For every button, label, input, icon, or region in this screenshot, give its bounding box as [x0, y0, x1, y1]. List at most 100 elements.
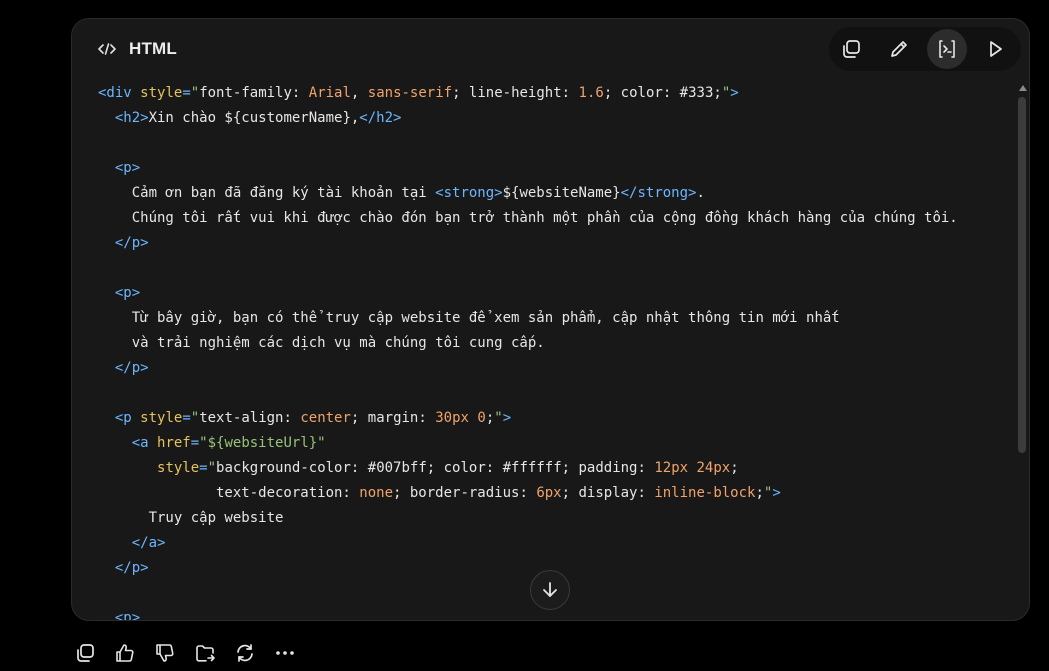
regenerate-button[interactable]	[232, 640, 258, 666]
copy-message-button[interactable]	[72, 640, 98, 666]
code-token: ${websiteName}	[502, 185, 621, 201]
code-token: "	[190, 410, 200, 426]
code-line: Cảm ơn bạn đã đăng ký tài khoản tại <str…	[98, 181, 958, 206]
code-line: </p>	[98, 556, 958, 581]
code-line: </a>	[98, 531, 958, 556]
code-token: style	[157, 460, 200, 476]
save-to-folder-button[interactable]	[192, 640, 218, 666]
code-token: background-color: #007bff; color: #fffff…	[216, 460, 655, 476]
code-token: "	[190, 85, 200, 101]
pencil-icon	[891, 41, 907, 57]
copy-code-button[interactable]	[831, 29, 871, 69]
code-token: Arial	[308, 85, 351, 101]
scroll-to-bottom-button[interactable]	[530, 570, 570, 610]
preview-button[interactable]	[975, 29, 1015, 69]
code-token: "	[721, 85, 731, 101]
code-token: sans-serif	[367, 85, 453, 101]
code-token: style	[140, 410, 183, 426]
copy-icon	[77, 644, 94, 662]
code-token: 1.6	[578, 85, 604, 101]
code-token: font-family:	[199, 85, 309, 101]
code-token: "	[207, 460, 217, 476]
thumbs-down-icon	[156, 644, 174, 662]
code-line: <a href="${websiteUrl}"	[98, 431, 958, 456]
code-token: ; line-height:	[452, 85, 579, 101]
code-token: ;	[485, 410, 495, 426]
code-language-label: HTML	[129, 39, 178, 58]
code-token: inline-block	[654, 485, 756, 501]
code-toolbar	[829, 27, 1021, 71]
more-icon	[276, 651, 294, 655]
code-token: ; color: #333;	[603, 85, 722, 101]
code-line: <p>	[98, 606, 958, 620]
code-token: </p>	[114, 360, 149, 376]
code-token: .	[696, 185, 705, 201]
more-options-button[interactable]	[272, 640, 298, 666]
code-token: </strong>	[620, 185, 697, 201]
code-token: ; margin:	[350, 410, 436, 426]
thumbs-up-button[interactable]	[112, 640, 138, 666]
code-token: >	[730, 85, 739, 101]
edit-code-button[interactable]	[879, 29, 919, 69]
code-line: <p style="text-align: center; margin: 30…	[98, 406, 958, 431]
code-line: <p>	[98, 281, 958, 306]
code-token: 6px	[536, 485, 562, 501]
code-token: <h2>	[114, 110, 149, 126]
code-block-header: HTML	[72, 19, 1029, 81]
code-content: <div style="font-family: Arial, sans-ser…	[98, 81, 958, 620]
code-line: <p>	[98, 156, 958, 181]
code-token: 0	[477, 410, 486, 426]
code-token: và trải nghiệm các dịch vụ mà chúng tôi …	[98, 335, 545, 351]
code-line: text-decoration: none; border-radius: 6p…	[98, 481, 958, 506]
code-token: <p	[114, 410, 141, 426]
code-token: =	[190, 435, 200, 451]
code-token: >	[772, 485, 781, 501]
code-token: <div	[98, 85, 141, 101]
code-token: =	[182, 85, 191, 101]
code-token: ;	[755, 485, 764, 501]
code-token: href	[157, 435, 191, 451]
code-line: Từ bây giờ, bạn có thể truy cập website …	[98, 306, 958, 331]
code-token: text-align:	[199, 410, 301, 426]
share-folder-icon	[196, 645, 215, 662]
code-token: <p>	[114, 285, 141, 301]
regenerate-icon	[237, 644, 253, 662]
scroll-thumb[interactable]	[1018, 97, 1026, 453]
code-line: và trải nghiệm các dịch vụ mà chúng tôi …	[98, 331, 958, 356]
code-token: ; display:	[561, 485, 655, 501]
code-token: </p>	[114, 560, 149, 576]
code-token: 24px	[696, 460, 731, 476]
code-line: <div style="font-family: Arial, sans-ser…	[98, 81, 958, 106]
scroll-up-arrow-icon[interactable]	[1019, 85, 1027, 91]
code-token: ; border-radius:	[393, 485, 537, 501]
code-token: =	[199, 460, 208, 476]
code-area[interactable]: <div style="font-family: Arial, sans-ser…	[72, 81, 1029, 620]
run-terminal-button[interactable]	[927, 29, 967, 69]
code-token: <p>	[114, 160, 141, 176]
code-token: Từ bây giờ, bạn có thể truy cập website …	[98, 310, 840, 326]
code-token: center	[300, 410, 351, 426]
code-block-panel: HTML <div style="font-family: Arial, san…	[71, 18, 1030, 621]
code-line: Chúng tôi rất vui khi được chào đón bạn …	[98, 206, 958, 231]
code-token: ,	[350, 85, 368, 101]
code-token: "${websiteUrl}"	[199, 435, 326, 451]
code-token: none	[359, 485, 394, 501]
thumbs-down-button[interactable]	[152, 640, 178, 666]
code-token: Chúng tôi rất vui khi được chào đón bạn …	[98, 210, 958, 226]
code-token: Cảm ơn bạn đã đăng ký tài khoản tại	[98, 185, 436, 201]
code-token: 12px	[654, 460, 689, 476]
code-scrollbar[interactable]	[1017, 83, 1027, 473]
